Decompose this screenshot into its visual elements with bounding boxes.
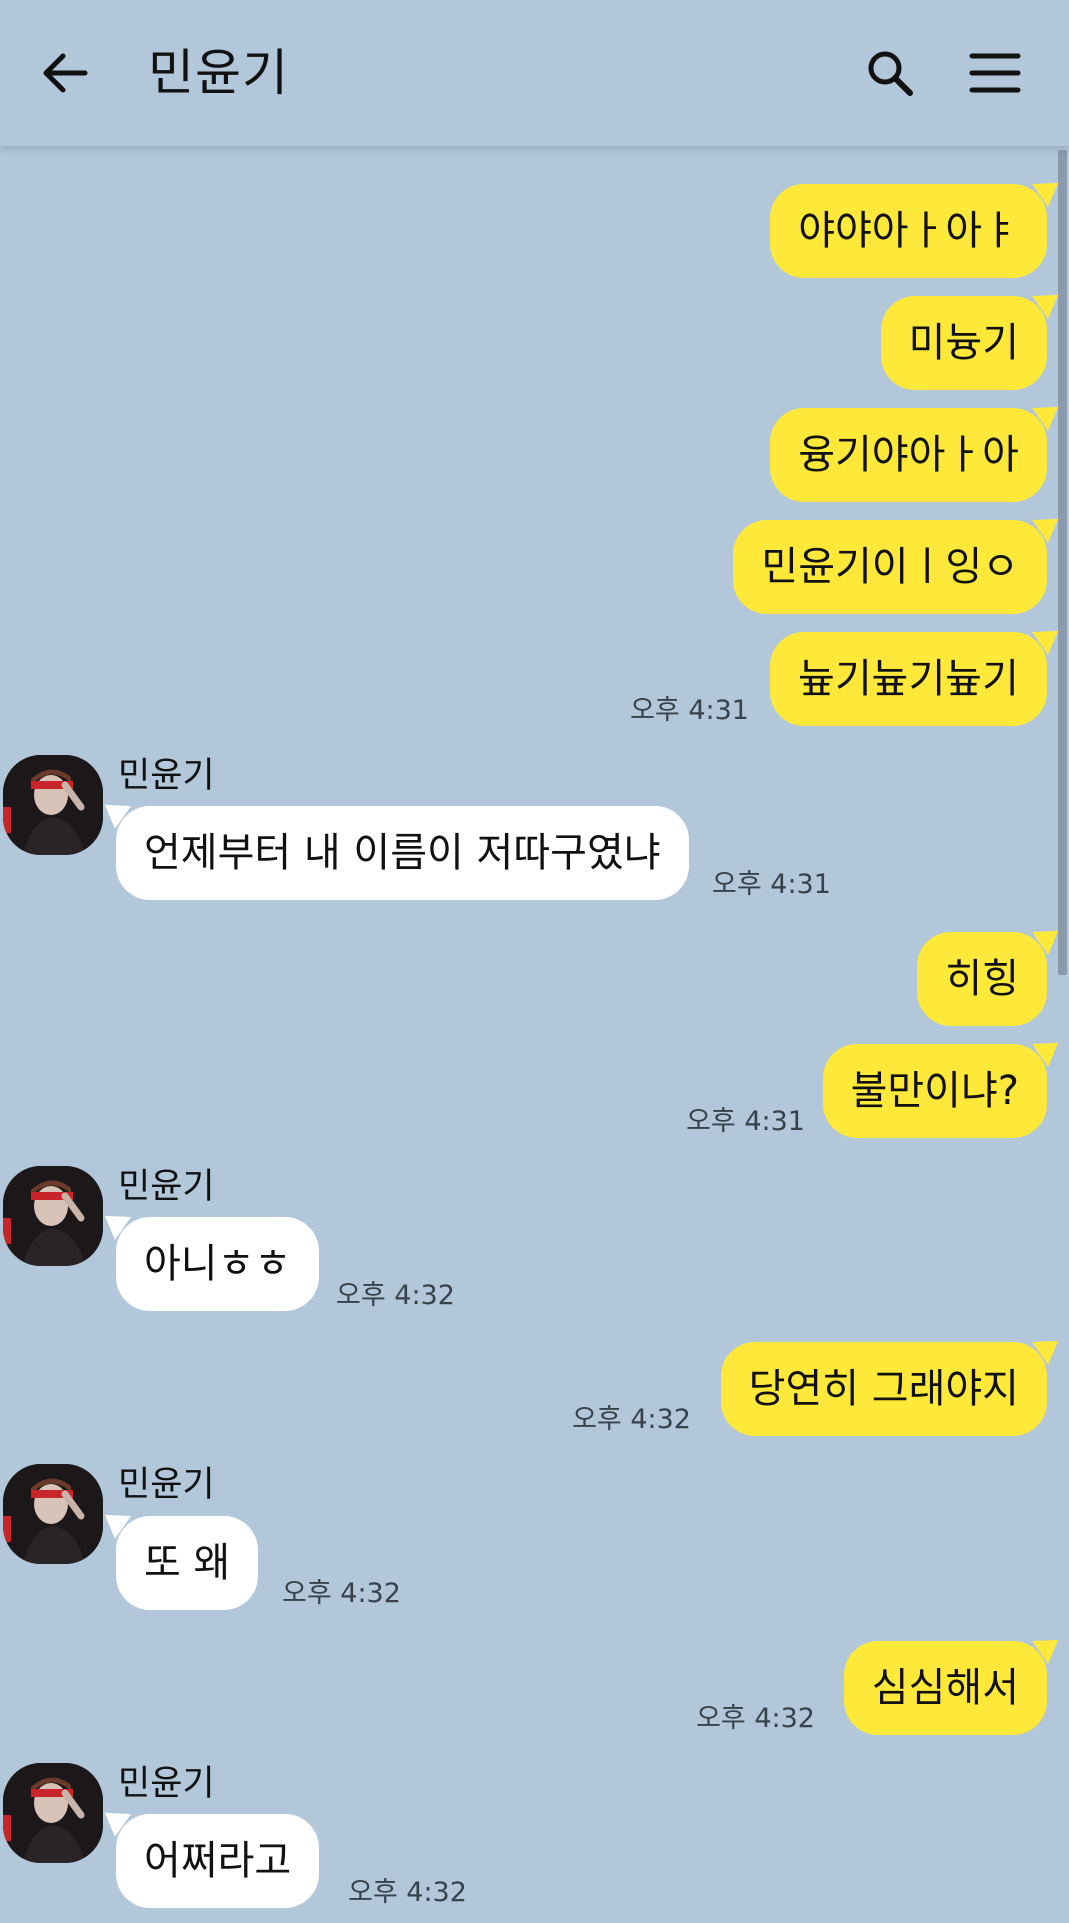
their-message-bubble[interactable]: 또 왜 — [116, 1516, 259, 1610]
arrow-left-icon — [43, 53, 88, 93]
message-time: 오후 4:32 — [282, 1578, 401, 1609]
my-message-bubble[interactable]: 민윤기이ㅣ잉ㅇ — [733, 520, 1047, 614]
message-time: 오후 4:32 — [572, 1404, 691, 1435]
chat-header: 민윤기 — [0, 0, 1069, 146]
avatar[interactable] — [3, 755, 103, 855]
search-button[interactable] — [855, 36, 925, 110]
search-icon — [868, 51, 913, 96]
my-message-bubble[interactable]: 미늉기 — [880, 296, 1047, 390]
my-message-bubble[interactable]: 심심해서 — [843, 1641, 1047, 1735]
back-button[interactable] — [30, 36, 100, 110]
profile-photo — [3, 1464, 103, 1564]
avatar[interactable] — [3, 1166, 103, 1266]
message-time: 오후 4:31 — [712, 869, 831, 900]
their-message-bubble[interactable]: 어쩌라고 — [116, 1814, 320, 1908]
message-time: 오후 4:32 — [336, 1280, 455, 1311]
my-message-bubble[interactable]: 늎기늎기늎기 — [770, 632, 1047, 726]
their-message-bubble[interactable]: 언제부터 내 이름이 저따구였냐 — [116, 806, 689, 900]
message-time: 오후 4:32 — [696, 1703, 815, 1734]
profile-photo — [3, 1166, 103, 1266]
profile-photo — [3, 1763, 103, 1863]
chat-title: 민윤기 — [148, 44, 289, 102]
message-time: 오후 4:31 — [630, 695, 749, 726]
my-message-bubble[interactable]: 융기야아ㅏ아 — [770, 408, 1047, 502]
sender-name: 민윤기 — [118, 1764, 215, 1804]
sender-name: 민윤기 — [118, 756, 215, 796]
my-message-bubble[interactable]: 히힝 — [917, 932, 1047, 1026]
message-list: 야야아ㅏ아ㅑ 미늉기 융기야아ㅏ아 민윤기이ㅣ잉ㅇ 늎기늎기늎기 오후 4:31… — [0, 0, 1069, 1923]
hamburger-menu-icon — [969, 53, 1021, 93]
my-message-bubble[interactable]: 당연히 그래야지 — [720, 1342, 1047, 1436]
my-message-bubble[interactable]: 야야아ㅏ아ㅑ — [770, 184, 1047, 278]
their-message-bubble[interactable]: 아니ㅎㅎ — [116, 1217, 320, 1311]
message-time: 오후 4:32 — [348, 1877, 467, 1908]
sender-name: 민윤기 — [118, 1167, 215, 1207]
avatar[interactable] — [3, 1464, 103, 1564]
sender-name: 민윤기 — [118, 1465, 215, 1505]
avatar[interactable] — [3, 1763, 103, 1863]
menu-button[interactable] — [960, 36, 1030, 110]
message-time: 오후 4:31 — [686, 1106, 805, 1137]
profile-photo — [3, 755, 103, 855]
my-message-bubble[interactable]: 불만이냐? — [822, 1044, 1047, 1138]
